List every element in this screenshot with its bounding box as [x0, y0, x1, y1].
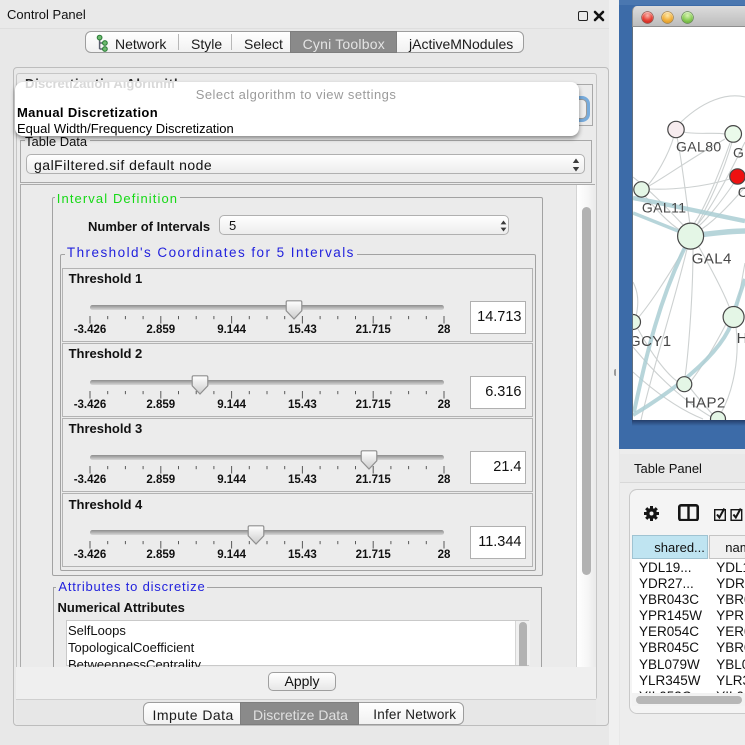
svg-text:GAL11: GAL11 [642, 200, 687, 216]
svg-text:H: H [737, 330, 745, 347]
svg-text:GCY1: GCY1 [633, 333, 671, 350]
svg-text:G.: G. [733, 145, 745, 161]
svg-text:GAL4: GAL4 [692, 251, 732, 268]
svg-text:HAP2: HAP2 [685, 395, 726, 412]
svg-text:C: C [738, 184, 745, 200]
svg-text:GAL80: GAL80 [676, 139, 722, 155]
